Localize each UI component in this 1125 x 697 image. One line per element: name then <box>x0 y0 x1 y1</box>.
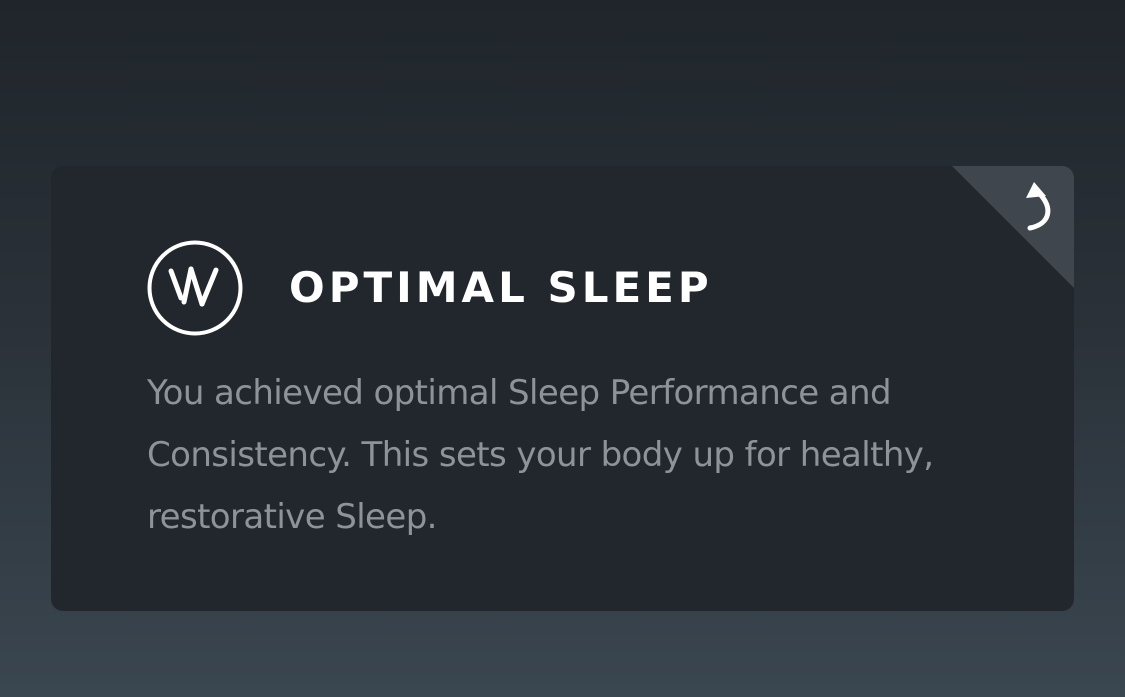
whoop-logo-icon <box>147 240 243 336</box>
curved-arrow-back-icon <box>1026 182 1051 231</box>
card-title: OPTIMAL SLEEP <box>289 263 713 312</box>
card-description: You achieved optimal Sleep Performance a… <box>147 373 934 537</box>
insight-card: OPTIMAL SLEEP You achieved optimal Sleep… <box>51 166 1074 611</box>
flip-card-button[interactable] <box>952 166 1074 288</box>
